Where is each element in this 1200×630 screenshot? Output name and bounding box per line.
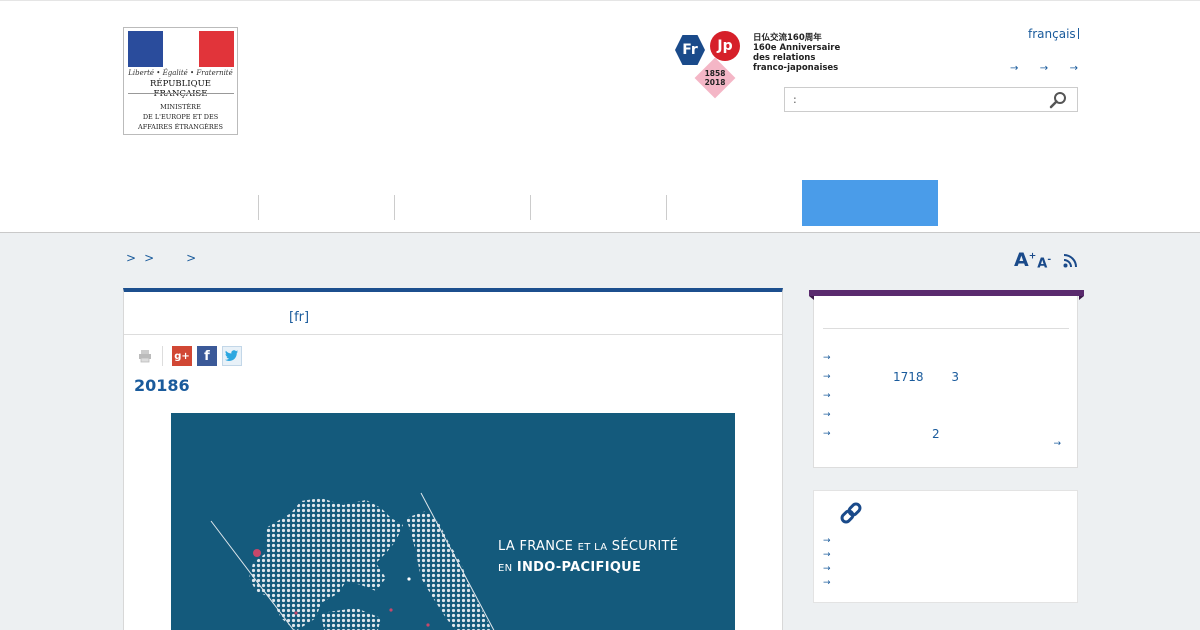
font-decrease-label: A	[1037, 256, 1048, 271]
article-language-link[interactable]: [fr]	[289, 310, 309, 325]
logo-republic: RÉPUBLIQUE FRANÇAISE	[150, 79, 211, 99]
news-item-text: 1718 3	[893, 369, 959, 384]
print-icon[interactable]	[138, 349, 152, 363]
year-end: 2018	[704, 78, 726, 87]
news-item-5[interactable]: → 2	[823, 424, 1069, 443]
rss-icon[interactable]	[1063, 254, 1078, 268]
image-caption: LA FRANCE ET LA SÉCURITÉ EN INDO-PACIFIQ…	[498, 537, 678, 579]
news-list: → → 1718 3 → → → 2	[823, 348, 1069, 443]
anniversary-line1: 日仏交流160周年	[753, 33, 822, 43]
fr-hexagon-badge: Fr	[675, 35, 705, 65]
caption-en: EN	[498, 563, 513, 574]
logo-ministry: MINISTÈRE DE L'EUROPE ET DES AFFAIRES ÉT…	[124, 102, 237, 132]
breadcrumb: > > >	[126, 251, 196, 265]
caption-securite: SÉCURITÉ	[611, 539, 679, 554]
search-box	[784, 87, 1078, 112]
share-divider	[162, 346, 163, 366]
link-item-4[interactable]: →	[823, 578, 831, 592]
top-link-1[interactable]: →	[1010, 63, 1018, 74]
language-divider	[1077, 28, 1079, 39]
arrow-icon: →	[823, 409, 831, 420]
anniversary-line3: des relations	[753, 53, 816, 63]
logo-ministry-line3: AFFAIRES ÉTRANGÈRES	[138, 123, 223, 131]
news-more-link[interactable]: →	[1053, 439, 1061, 449]
image-caption-line1: LA FRANCE ET LA SÉCURITÉ	[498, 537, 678, 558]
news-item-3[interactable]: →	[823, 386, 1069, 405]
arrow-icon: →	[823, 390, 831, 401]
news-panel-divider	[823, 328, 1069, 329]
republique-francaise-logo[interactable]: Liberté • Égalité • Fraternité RÉPUBLIQU…	[123, 27, 238, 135]
font-decrease-button[interactable]: A-	[1037, 255, 1051, 271]
marianne-icon	[168, 32, 190, 66]
site-header: Liberté • Égalité • Fraternité RÉPUBLIQU…	[0, 0, 1200, 234]
year-start: 1858	[704, 69, 726, 78]
indo-pacific-map-graphic	[210, 492, 495, 630]
links-list: → → → →	[823, 536, 831, 592]
caption-et-la: ET LA	[577, 542, 608, 553]
twitter-icon[interactable]	[222, 346, 242, 366]
anniversary-line4: franco-japonaises	[753, 63, 839, 73]
article-divider	[124, 334, 782, 335]
breadcrumb-separator-3: >	[186, 251, 197, 265]
news-item-4[interactable]: →	[823, 405, 1069, 424]
image-caption-line2: EN INDO-PACIFIQUE	[498, 558, 678, 579]
nav-item-4[interactable]	[531, 180, 667, 226]
font-increase-button[interactable]: A+	[1014, 249, 1036, 271]
main-navigation	[123, 180, 1078, 226]
anniversary-text: 日仏交流160周年 160e Anniversaire des relation…	[753, 33, 840, 73]
arrow-icon: →	[823, 371, 831, 382]
news-item-2[interactable]: → 1718 3	[823, 367, 1069, 386]
article-title: 20186	[134, 376, 190, 395]
link-item-2[interactable]: →	[823, 550, 831, 564]
facebook-icon[interactable]: f	[197, 346, 217, 366]
nav-item-2[interactable]	[259, 180, 395, 226]
link-item-3[interactable]: →	[823, 564, 831, 578]
font-decrease-sup: -	[1047, 254, 1052, 265]
share-toolbar: g+ f	[138, 346, 247, 366]
main-content-area: > > > A+ A- [fr] g+ f 20186 LA FRANCE ET…	[0, 233, 1200, 630]
arrow-icon: →	[823, 428, 831, 439]
nav-item-7[interactable]	[938, 180, 1074, 226]
search-input[interactable]	[793, 91, 1043, 108]
nav-item-active[interactable]	[802, 180, 938, 226]
anniversary-years: 1858 2018	[702, 69, 728, 87]
language-link[interactable]: français	[1028, 27, 1076, 41]
top-link-3[interactable]: →	[1070, 63, 1078, 74]
logo-divider	[128, 93, 234, 94]
nav-item-1[interactable]	[123, 180, 259, 226]
anniversary-line2: 160e Anniversaire	[753, 43, 841, 53]
news-panel-header-bar	[809, 290, 1084, 300]
link-icon	[840, 502, 862, 524]
font-increase-sup: +	[1028, 251, 1037, 262]
page-tools: A+ A-	[1014, 249, 1078, 271]
nav-item-5[interactable]	[667, 180, 803, 226]
news-item-1[interactable]: →	[823, 348, 1069, 367]
top-links: → → →	[1010, 63, 1078, 74]
breadcrumb-separator-1: >	[126, 251, 137, 265]
font-increase-label: A	[1014, 249, 1029, 271]
breadcrumb-separator-2: >	[144, 251, 155, 265]
breadcrumb-link[interactable]	[162, 251, 178, 265]
top-link-2[interactable]: →	[1040, 63, 1048, 74]
caption-la-france: LA FRANCE	[498, 539, 574, 554]
logo-ministry-line2: DE L'EUROPE ET DES	[142, 113, 219, 121]
article-panel: [fr] g+ f 20186 LA FRANCE ET LA SÉCURITÉ…	[123, 288, 783, 630]
logo-motto: Liberté • Égalité • Fraternité	[128, 69, 233, 77]
nav-item-3[interactable]	[395, 180, 531, 226]
link-item-1[interactable]: →	[823, 536, 831, 550]
logo-ministry-line1: MINISTÈRE	[160, 103, 201, 111]
arrow-icon: →	[823, 352, 831, 363]
google-plus-icon[interactable]: g+	[172, 346, 192, 366]
caption-indo-pacifique: INDO-PACIFIQUE	[516, 560, 642, 575]
language-selector[interactable]: français	[1028, 27, 1079, 41]
search-icon[interactable]	[1049, 91, 1067, 109]
news-item-text: 2	[932, 426, 940, 441]
links-sidebar-panel: → → → →	[813, 490, 1078, 603]
article-image[interactable]: LA FRANCE ET LA SÉCURITÉ EN INDO-PACIFIQ…	[171, 413, 735, 630]
news-sidebar-panel: → → 1718 3 → → → 2 →	[809, 290, 1084, 468]
